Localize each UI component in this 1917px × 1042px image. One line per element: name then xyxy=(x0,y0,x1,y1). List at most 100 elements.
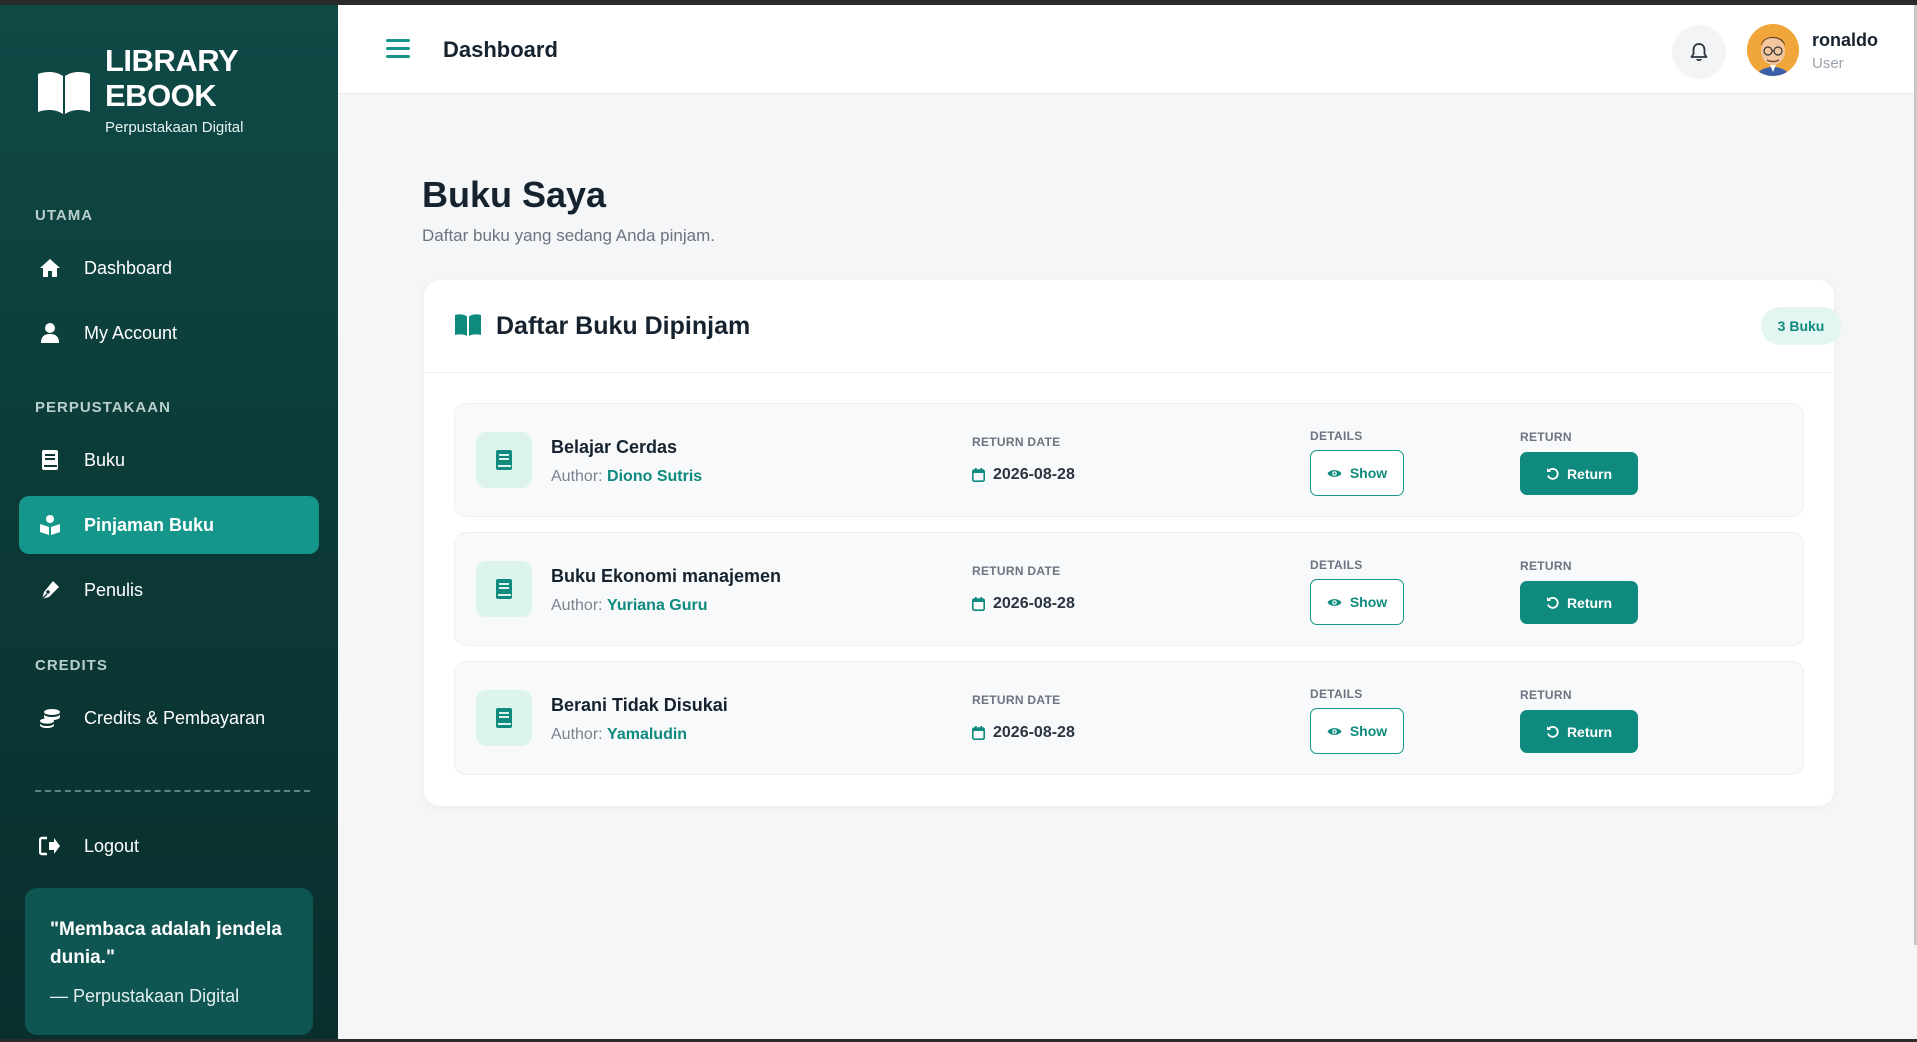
author-name: Yamaludin xyxy=(607,726,688,743)
card-header: Daftar Buku Dipinjam 3 Buku xyxy=(424,280,1841,373)
details-label: DETAILS xyxy=(1310,687,1363,701)
book-author: Author: Diono Sutris xyxy=(551,468,702,486)
book-author: Author: Yamaludin xyxy=(551,726,687,744)
quote-source: — Perpustakaan Digital xyxy=(50,986,240,1006)
return-button-label: Return xyxy=(1566,723,1613,740)
card-title: Daftar Buku Dipinjam xyxy=(496,312,751,340)
sidebar-item-label: My Account xyxy=(84,322,178,343)
brand-subtitle: Perpustakaan Digital xyxy=(105,119,244,136)
return-label: RETURN xyxy=(1520,559,1572,573)
author-prefix: Author: xyxy=(551,597,603,614)
undo-icon xyxy=(1546,467,1559,480)
sidebar-item-pinjaman-buku[interactable]: Pinjaman Buku xyxy=(19,496,319,554)
quote-card: "Membaca adalah jendela dunia." — Perpus… xyxy=(25,888,313,1035)
sidebar-item-penulis[interactable]: Penulis xyxy=(19,561,319,619)
calendar-icon xyxy=(972,726,985,740)
show-button-label: Show xyxy=(1349,723,1388,739)
return-label: RETURN xyxy=(1520,688,1572,702)
sidebar-divider xyxy=(35,790,310,792)
topbar: Dashboard ronaldo User xyxy=(338,5,1917,94)
brand[interactable]: LIBRARY EBOOK Perpustakaan Digital xyxy=(36,43,265,136)
notification-bell-button[interactable] xyxy=(1672,25,1726,79)
sidebar-item-label: Penulis xyxy=(84,579,144,600)
user-name: ronaldo xyxy=(1812,30,1878,50)
home-icon xyxy=(39,257,61,279)
author-prefix: Author: xyxy=(551,726,603,743)
show-button[interactable]: Show xyxy=(1310,708,1404,754)
book-icon xyxy=(39,449,61,471)
book-title: Belajar Cerdas xyxy=(551,437,678,457)
return-button[interactable]: Return xyxy=(1520,581,1638,624)
page-title: Buku Saya xyxy=(422,174,607,215)
book-icon xyxy=(476,690,532,746)
book-title: Buku Ekonomi manajemen xyxy=(551,566,782,586)
show-button-label: Show xyxy=(1349,465,1388,481)
app-window: LIBRARY EBOOK Perpustakaan Digital UTAMA… xyxy=(0,5,1917,1039)
return-date-value: 2026-08-28 xyxy=(993,724,1075,741)
avatar[interactable] xyxy=(1747,24,1799,76)
sidebar-item-label: Dashboard xyxy=(84,257,173,278)
open-book-icon xyxy=(455,314,481,336)
return-button[interactable]: Return xyxy=(1520,452,1638,495)
list-item: Belajar Cerdas Author: Diono Sutris RETU… xyxy=(454,403,1804,517)
eye-icon xyxy=(1327,598,1342,606)
details-label: DETAILS xyxy=(1310,558,1363,572)
show-button[interactable]: Show xyxy=(1310,450,1404,496)
sidebar-item-logout[interactable]: Logout xyxy=(19,817,319,875)
calendar-icon xyxy=(972,597,985,611)
author-prefix: Author: xyxy=(551,468,603,485)
quote-text: "Membaca adalah jendela dunia." xyxy=(50,919,282,968)
author-name: Yuriana Guru xyxy=(607,597,708,614)
book-icon xyxy=(476,561,532,617)
hamburger-menu-icon[interactable] xyxy=(386,39,410,59)
show-button-label: Show xyxy=(1349,594,1388,610)
return-button-label: Return xyxy=(1566,594,1613,611)
list-item: Buku Ekonomi manajemen Author: Yuriana G… xyxy=(454,532,1804,646)
return-date: 2026-08-28 xyxy=(972,466,1075,484)
show-button[interactable]: Show xyxy=(1310,579,1404,625)
sidebar-item-label: Buku xyxy=(84,449,126,470)
logout-icon xyxy=(39,835,61,857)
brand-title: LIBRARY EBOOK xyxy=(105,43,238,113)
details-label: DETAILS xyxy=(1310,429,1363,443)
eye-icon xyxy=(1327,469,1342,477)
return-date-label: RETURN DATE xyxy=(972,435,1061,449)
eye-icon xyxy=(1327,727,1342,735)
section-utama: UTAMA xyxy=(35,207,94,224)
book-author: Author: Yuriana Guru xyxy=(551,597,708,615)
main-content: Dashboard ronaldo User Buku Saya Daftar … xyxy=(338,5,1917,1039)
bell-icon xyxy=(1690,43,1708,62)
return-label: RETURN xyxy=(1520,430,1572,444)
return-date-label: RETURN DATE xyxy=(972,564,1061,578)
book-title: Berani Tidak Disukai xyxy=(551,695,728,715)
section-perpustakaan: PERPUSTAKAAN xyxy=(35,399,171,416)
undo-icon xyxy=(1546,596,1559,609)
calendar-icon xyxy=(972,468,985,482)
author-name: Diono Sutris xyxy=(607,468,703,485)
sidebar-item-buku[interactable]: Buku xyxy=(19,431,319,489)
sidebar-item-credits-pembayaran[interactable]: Credits & Pembayaran xyxy=(19,689,319,747)
return-button-label: Return xyxy=(1566,465,1613,482)
pen-nib-icon xyxy=(39,579,61,601)
return-date-value: 2026-08-28 xyxy=(993,595,1075,612)
sidebar-item-my-account[interactable]: My Account xyxy=(19,304,319,362)
sidebar-item-dashboard[interactable]: Dashboard xyxy=(19,239,319,297)
book-icon xyxy=(476,432,532,488)
return-date-label: RETURN DATE xyxy=(972,693,1061,707)
book-reader-icon xyxy=(39,514,61,536)
coins-icon xyxy=(39,707,61,729)
user-role: User xyxy=(1812,55,1844,72)
sidebar-item-label: Pinjaman Buku xyxy=(84,514,215,535)
section-credits: CREDITS xyxy=(35,657,108,674)
topbar-title: Dashboard xyxy=(443,37,558,62)
return-date: 2026-08-28 xyxy=(972,724,1075,742)
open-book-logo-icon xyxy=(38,71,90,114)
return-button[interactable]: Return xyxy=(1520,710,1638,753)
return-date-value: 2026-08-28 xyxy=(993,466,1075,483)
book-count-badge: 3 Buku xyxy=(1761,307,1841,345)
user-icon xyxy=(39,322,61,344)
list-item: Berani Tidak Disukai Author: Yamaludin R… xyxy=(454,661,1804,775)
borrowed-books-card: Daftar Buku Dipinjam 3 Buku Belajar Cerd… xyxy=(424,280,1841,806)
sidebar-item-label: Credits & Pembayaran xyxy=(84,707,266,728)
sidebar-item-label: Logout xyxy=(84,835,140,856)
